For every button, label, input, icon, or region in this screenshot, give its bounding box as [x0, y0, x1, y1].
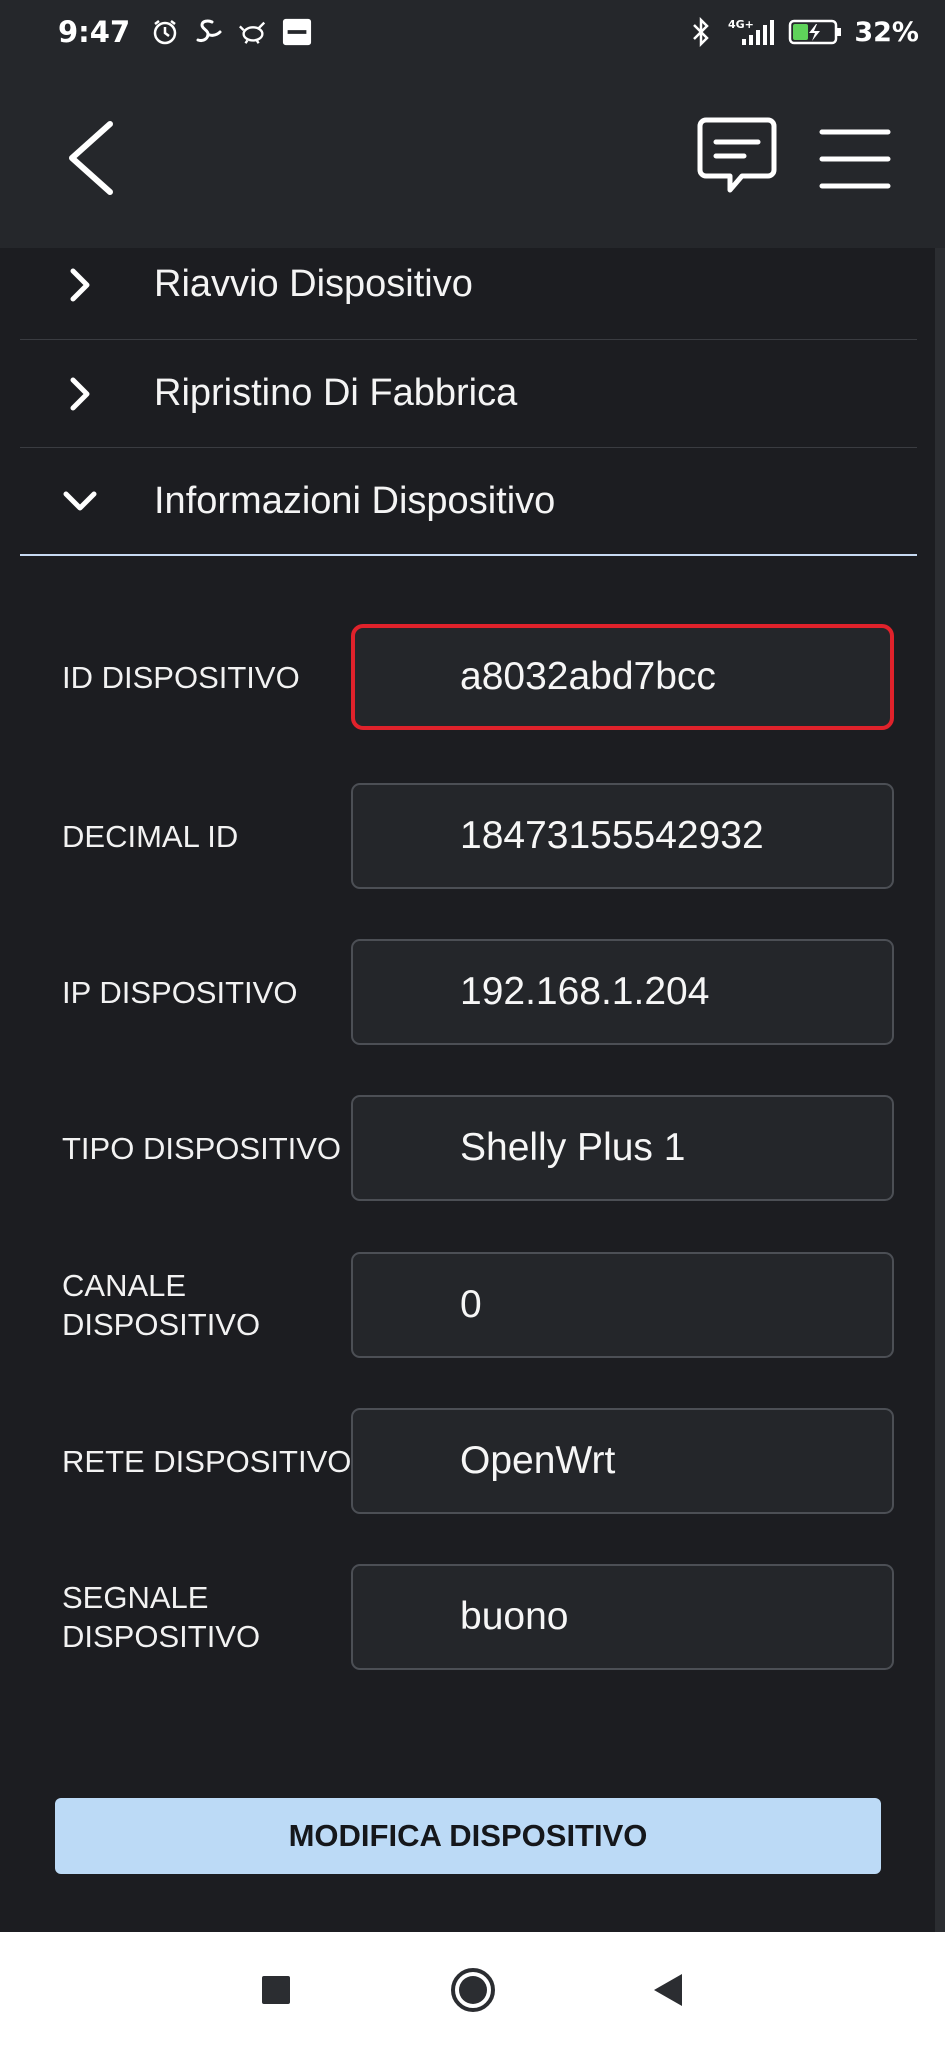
- nav-back-button[interactable]: [640, 1962, 696, 2018]
- accordion-item-ripristino[interactable]: Ripristino Di Fabbrica: [20, 340, 917, 448]
- accordion-label: Riavvio Dispositivo: [154, 263, 473, 305]
- battery-charging-icon: [788, 17, 844, 47]
- battery-percent: 32%: [854, 16, 919, 48]
- signal-field[interactable]: buono: [351, 1564, 894, 1670]
- navigation-bar: [0, 1932, 945, 2048]
- info-label: IP DISPOSITIVO: [62, 974, 298, 1010]
- status-bar-left: 9:47: [58, 15, 312, 49]
- back-button[interactable]: [60, 116, 124, 200]
- back-triangle-icon: [654, 1974, 682, 2006]
- status-bar-right: 4G+ 32%: [686, 17, 919, 48]
- accordion-item-informazioni[interactable]: Informazioni Dispositivo: [20, 448, 917, 556]
- info-row-signal: SEGNALE DISPOSITIVO buono: [0, 1564, 945, 1670]
- device-id-field[interactable]: a8032abd7bcc: [351, 624, 894, 730]
- info-label: RETE DISPOSITIVO: [62, 1443, 352, 1479]
- edit-device-button[interactable]: MODIFICA DISPOSITIVO: [55, 1798, 881, 1874]
- home-circle-icon: [451, 1968, 495, 2012]
- chevron-right-icon: [60, 374, 100, 414]
- hamburger-menu-icon: [819, 129, 891, 189]
- home-button[interactable]: [445, 1962, 501, 2018]
- status-bar: 9:47 4G+ 32%: [0, 0, 945, 64]
- network-field[interactable]: OpenWrt: [351, 1408, 894, 1514]
- info-row-network: RETE DISPOSITIVO OpenWrt: [0, 1408, 945, 1514]
- status-time: 9:47: [58, 15, 131, 49]
- recents-button[interactable]: [248, 1962, 304, 2018]
- network-type-label: 4G+: [728, 18, 754, 31]
- info-label: CANALE DISPOSITIVO: [62, 1268, 261, 1342]
- channel-field[interactable]: 0: [351, 1252, 894, 1358]
- info-label: SEGNALE DISPOSITIVO: [62, 1580, 261, 1654]
- swirl-icon: [194, 17, 224, 47]
- accordion-label: Informazioni Dispositivo: [154, 479, 556, 522]
- bird-icon: [238, 17, 268, 47]
- accordion-item-riavvio[interactable]: Riavvio Dispositivo: [20, 230, 917, 340]
- info-row-type: TIPO DISPOSITIVO Shelly Plus 1: [0, 1095, 945, 1201]
- bluetooth-icon: [686, 17, 716, 47]
- info-row-decimal-id: DECIMAL ID 18473155542932: [0, 783, 945, 889]
- info-row-ip: IP DISPOSITIVO 192.168.1.204: [0, 939, 945, 1045]
- chevron-right-icon: [60, 265, 100, 305]
- info-row-channel: CANALE DISPOSITIVO 0: [0, 1252, 945, 1358]
- signal-icon: 4G+: [726, 17, 778, 47]
- menu-button[interactable]: [818, 124, 892, 194]
- ip-field[interactable]: 192.168.1.204: [351, 939, 894, 1045]
- info-label: DECIMAL ID: [62, 818, 239, 854]
- recents-square-icon: [262, 1976, 290, 2004]
- info-label: TIPO DISPOSITIVO: [62, 1130, 342, 1166]
- ifttt-icon: [282, 17, 312, 47]
- accordion-label: Ripristino Di Fabbrica: [154, 372, 518, 414]
- chat-button[interactable]: [696, 116, 778, 200]
- decimal-id-field[interactable]: 18473155542932: [351, 783, 894, 889]
- app-bar: [0, 64, 945, 248]
- chat-icon: [697, 117, 777, 193]
- alarm-icon: [150, 17, 180, 47]
- info-row-id: ID DISPOSITIVO a8032abd7bcc: [0, 624, 945, 730]
- chevron-down-icon: [60, 481, 100, 521]
- scrollbar[interactable]: [935, 248, 945, 1932]
- info-label: ID DISPOSITIVO: [62, 659, 300, 695]
- device-type-field[interactable]: Shelly Plus 1: [351, 1095, 894, 1201]
- back-chevron-icon: [69, 121, 113, 195]
